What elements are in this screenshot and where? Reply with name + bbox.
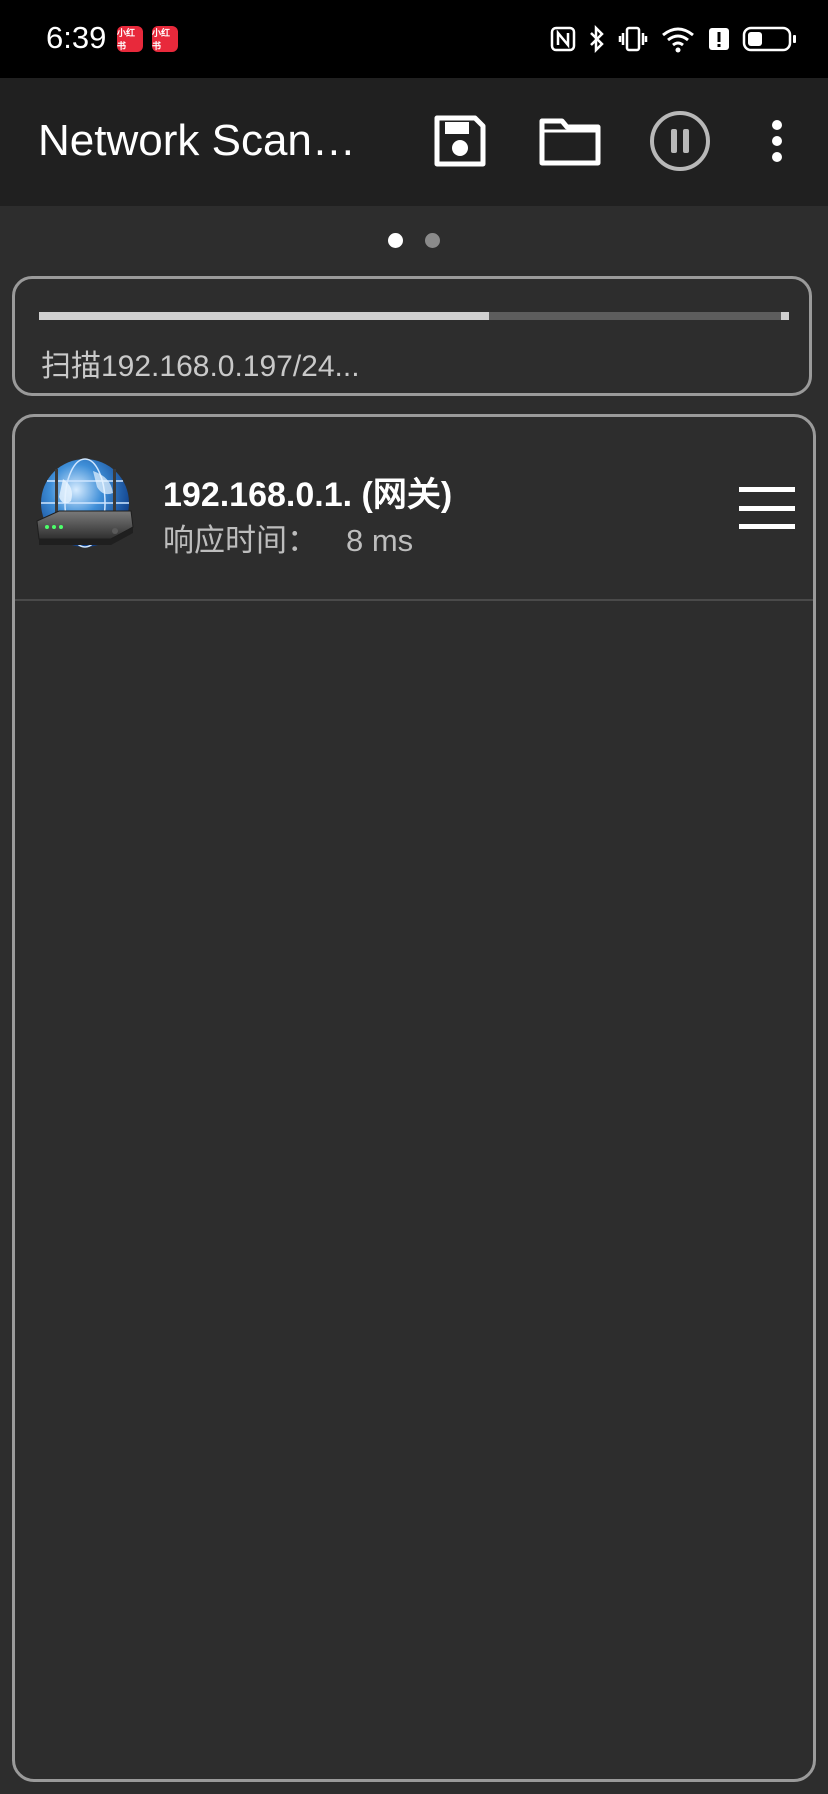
scan-status-text: 扫描192.168.0.197/24... xyxy=(41,350,360,383)
open-folder-button[interactable] xyxy=(535,106,605,176)
device-ip-label: 192.168.0.1. (网关) xyxy=(163,476,453,514)
scan-progress-card: 扫描192.168.0.197/24... xyxy=(12,276,812,396)
response-time-label: 响应时间： xyxy=(163,523,318,558)
list-item[interactable]: 192.168.0.1. (网关) 响应时间： 8 ms xyxy=(15,417,813,601)
folder-icon xyxy=(539,118,601,166)
scan-progress-end-marker xyxy=(781,312,789,320)
wifi-icon xyxy=(662,27,694,53)
scan-progress-bar xyxy=(39,312,789,320)
pause-button[interactable] xyxy=(645,106,715,176)
device-response-time: 响应时间： 8 ms xyxy=(163,515,413,560)
hamburger-menu-icon[interactable] xyxy=(739,487,795,529)
device-list[interactable]: 192.168.0.1. (网关) 响应时间： 8 ms xyxy=(12,414,816,1782)
vibrate-icon xyxy=(618,26,648,52)
more-vert-icon xyxy=(772,120,782,162)
nfc-icon xyxy=(550,26,576,52)
notification-badge-icon: 小红书 xyxy=(117,26,143,52)
notification-badge-icon: 小红书 xyxy=(152,26,178,52)
bluetooth-icon xyxy=(590,25,604,53)
app-bar: Network Scan… xyxy=(0,78,828,206)
response-time-value: 8 ms xyxy=(346,523,414,558)
overflow-menu-button[interactable] xyxy=(742,106,812,176)
status-time: 6:39 xyxy=(46,20,107,55)
pause-icon xyxy=(650,111,710,171)
save-button[interactable] xyxy=(425,106,495,176)
app-title: Network Scan… xyxy=(38,116,356,165)
page-dot-2[interactable] xyxy=(425,232,440,248)
status-icons xyxy=(550,20,798,58)
page-indicator xyxy=(0,230,828,250)
battery-icon xyxy=(742,26,796,52)
router-globe-icon xyxy=(36,458,134,548)
alert-icon xyxy=(709,28,729,50)
save-icon xyxy=(434,115,486,167)
scan-progress-fill xyxy=(39,312,489,320)
status-bar: 6:39 小红书 小红书 xyxy=(0,0,828,78)
page-dot-1[interactable] xyxy=(388,232,403,248)
